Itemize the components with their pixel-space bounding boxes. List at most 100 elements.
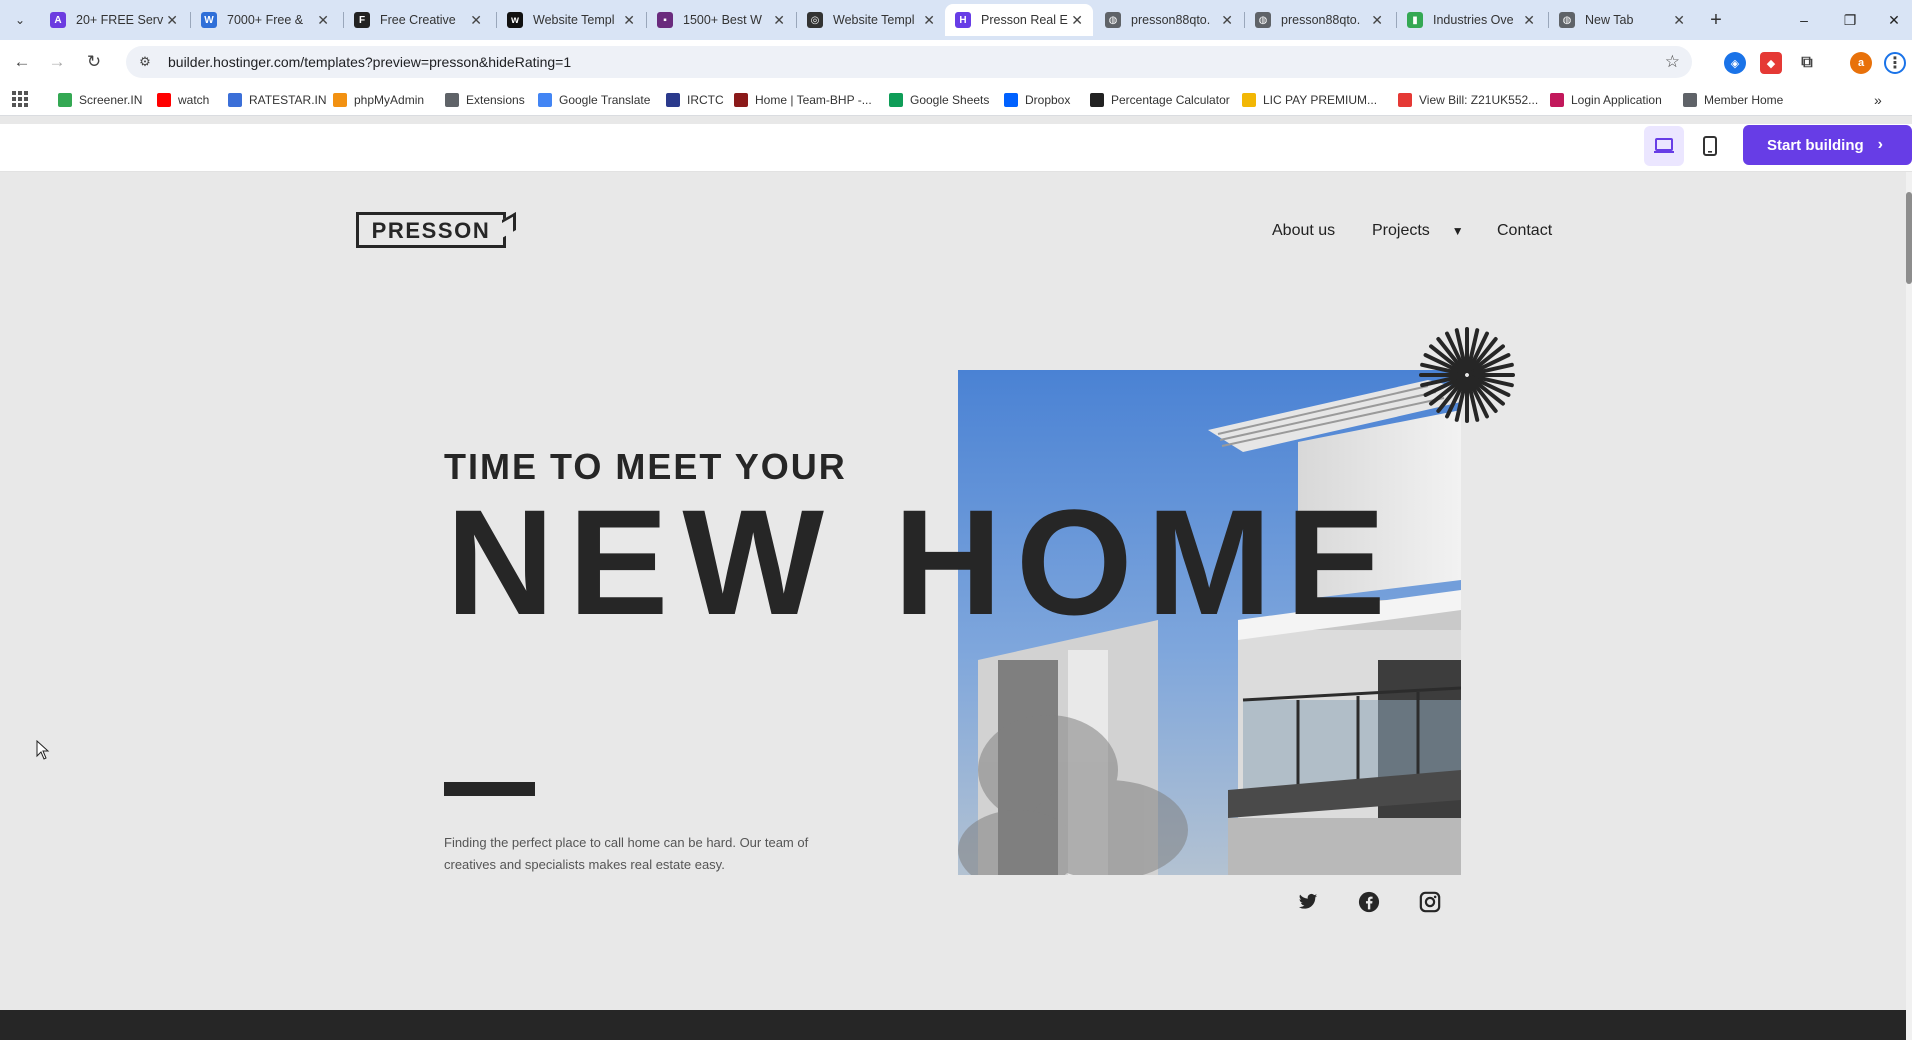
bookmark-item[interactable]: Extensions — [445, 91, 525, 109]
bookmark-favicon-icon — [58, 93, 72, 107]
restore-icon[interactable]: ❐ — [1832, 6, 1868, 34]
facebook-icon[interactable] — [1357, 890, 1381, 914]
site-logo[interactable]: PRESSON — [356, 211, 516, 252]
tab-search-icon[interactable]: ⌄ — [10, 10, 30, 30]
bookmark-label: Home | Team-BHP -... — [755, 93, 872, 107]
desktop-view-toggle[interactable] — [1644, 126, 1684, 166]
bookmark-label: Screener.IN — [79, 93, 143, 107]
logo-text: PRESSON — [371, 218, 491, 243]
more-bookmarks-icon[interactable]: » — [1874, 91, 1882, 109]
tab-close-icon[interactable]: ✕ — [1523, 12, 1535, 29]
phone-icon — [1703, 136, 1717, 156]
omnibox[interactable]: ⚙ builder.hostinger.com/templates?previe… — [126, 46, 1692, 78]
bookmark-item[interactable]: phpMyAdmin — [333, 91, 424, 109]
site-info-icon[interactable]: ⚙ — [136, 53, 154, 71]
tab-close-icon[interactable]: ✕ — [1221, 12, 1233, 29]
nav-about-label: About us — [1272, 222, 1336, 239]
bookmark-star-icon[interactable]: ☆ — [1665, 52, 1680, 72]
twitter-icon[interactable] — [1296, 890, 1320, 914]
shield-extension-icon[interactable]: ◆ — [1760, 52, 1782, 74]
tab-label: Free Creative — [380, 13, 456, 27]
bookmark-favicon-icon — [889, 93, 903, 107]
tab-close-icon[interactable]: ✕ — [623, 12, 635, 29]
nav-contact-label: Contact — [1497, 222, 1553, 239]
browser-tab[interactable]: A 20+ FREE Serv ✕ — [40, 4, 188, 36]
close-window-icon[interactable]: ✕ — [1876, 6, 1912, 34]
browser-tab[interactable]: ◎ Website Templ ✕ — [797, 4, 945, 36]
page-scrollbar[interactable] — [1906, 172, 1912, 1040]
nav-projects[interactable]: Projects ▼ — [1372, 222, 1464, 240]
browser-tab[interactable]: W 7000+ Free & ✕ — [191, 4, 339, 36]
browser-tab[interactable]: ◍ presson88qto. ✕ — [1095, 4, 1243, 36]
tab-close-icon[interactable]: ✕ — [773, 12, 785, 29]
bookmark-label: Extensions — [466, 93, 525, 107]
bookmark-item[interactable]: RATESTAR.IN — [228, 91, 327, 109]
mobile-view-toggle[interactable] — [1690, 126, 1730, 166]
bookmark-item[interactable]: Home | Team-BHP -... — [734, 91, 872, 109]
hero-headline: NEW HOME — [446, 478, 1400, 646]
tab-close-icon[interactable]: ✕ — [1371, 12, 1383, 29]
bookmark-label: Login Application — [1571, 93, 1662, 107]
url-text[interactable]: builder.hostinger.com/templates?preview=… — [168, 54, 571, 70]
nav-about[interactable]: About us — [1272, 222, 1335, 240]
new-tab-button[interactable]: + — [1704, 8, 1728, 32]
tab-label: Website Templ — [833, 13, 915, 27]
extension-icon[interactable]: ◈ — [1724, 52, 1746, 74]
bookmark-item[interactable]: Login Application — [1550, 91, 1662, 109]
browser-tab[interactable]: ◍ New Tab ✕ — [1549, 4, 1695, 36]
bookmark-label: IRCTC — [687, 93, 724, 107]
tab-close-icon[interactable]: ✕ — [1071, 12, 1083, 29]
bookmark-item[interactable]: watch — [157, 91, 209, 109]
instagram-icon[interactable] — [1418, 890, 1442, 914]
browser-tab[interactable]: H Presson Real E ✕ — [945, 4, 1093, 36]
tab-close-icon[interactable]: ✕ — [470, 12, 482, 29]
minimize-icon[interactable]: – — [1786, 6, 1822, 34]
browser-tab[interactable]: ◍ presson88qto. ✕ — [1245, 4, 1393, 36]
bookmark-favicon-icon — [1398, 93, 1412, 107]
start-building-label: Start building — [1767, 136, 1864, 154]
bookmark-item[interactable]: LIC PAY PREMIUM... — [1242, 91, 1377, 109]
bookmark-item[interactable]: Member Home — [1683, 91, 1783, 109]
bookmark-item[interactable]: Google Translate — [538, 91, 650, 109]
nav-projects-label: Projects — [1372, 222, 1430, 239]
laptop-icon — [1654, 138, 1674, 153]
chrome-menu-icon[interactable]: ⋮ — [1884, 52, 1906, 74]
back-icon[interactable]: ← — [10, 50, 34, 74]
browser-tab[interactable]: w Website Templ ✕ — [497, 4, 645, 36]
bookmark-item[interactable]: IRCTC — [666, 91, 724, 109]
bookmark-favicon-icon — [445, 93, 459, 107]
scrollbar-thumb[interactable] — [1906, 192, 1912, 284]
nav-contact[interactable]: Contact — [1497, 222, 1552, 240]
tab-favicon-icon: ▮ — [1407, 12, 1423, 28]
bookmark-item[interactable]: Dropbox — [1004, 91, 1070, 109]
address-bar: ← → ↻ ⚙ builder.hostinger.com/templates?… — [0, 40, 1912, 84]
bookmark-item[interactable]: Screener.IN — [58, 91, 142, 109]
bookmark-item[interactable]: Percentage Calculator — [1090, 91, 1230, 109]
start-building-button[interactable]: Start building › — [1743, 125, 1912, 165]
bookmark-label: Google Translate — [559, 93, 651, 107]
profile-avatar[interactable]: a — [1850, 52, 1872, 74]
bookmark-favicon-icon — [1090, 93, 1104, 107]
tab-close-icon[interactable]: ✕ — [923, 12, 935, 29]
browser-tab[interactable]: ▮ Industries Ove ✕ — [1397, 4, 1545, 36]
tab-close-icon[interactable]: ✕ — [1673, 12, 1685, 29]
tab-favicon-icon: w — [507, 12, 523, 28]
tab-label: Website Templ — [533, 13, 615, 27]
apps-grid-icon[interactable] — [12, 91, 28, 107]
extensions-puzzle-icon[interactable]: ⧉ — [1796, 52, 1818, 74]
bookmark-item[interactable]: View Bill: Z21UK552... — [1398, 91, 1538, 109]
bookmark-label: Dropbox — [1025, 93, 1071, 107]
bookmark-item[interactable]: Google Sheets — [889, 91, 989, 109]
tab-label: 1500+ Best W — [683, 13, 762, 27]
tab-close-icon[interactable]: ✕ — [317, 12, 329, 29]
forward-icon[interactable]: → — [45, 50, 69, 74]
browser-tab[interactable]: ▪ 1500+ Best W ✕ — [647, 4, 795, 36]
tab-label: 20+ FREE Serv — [76, 13, 164, 27]
tab-favicon-icon: ◍ — [1255, 12, 1271, 28]
bookmark-label: RATESTAR.IN — [249, 93, 327, 107]
tab-close-icon[interactable]: ✕ — [166, 12, 178, 29]
hero-blurb: Finding the perfect place to call home c… — [444, 835, 809, 872]
reload-icon[interactable]: ↻ — [82, 50, 106, 74]
browser-tab[interactable]: F Free Creative ✕ — [344, 4, 492, 36]
tab-favicon-icon: ◎ — [807, 12, 823, 28]
